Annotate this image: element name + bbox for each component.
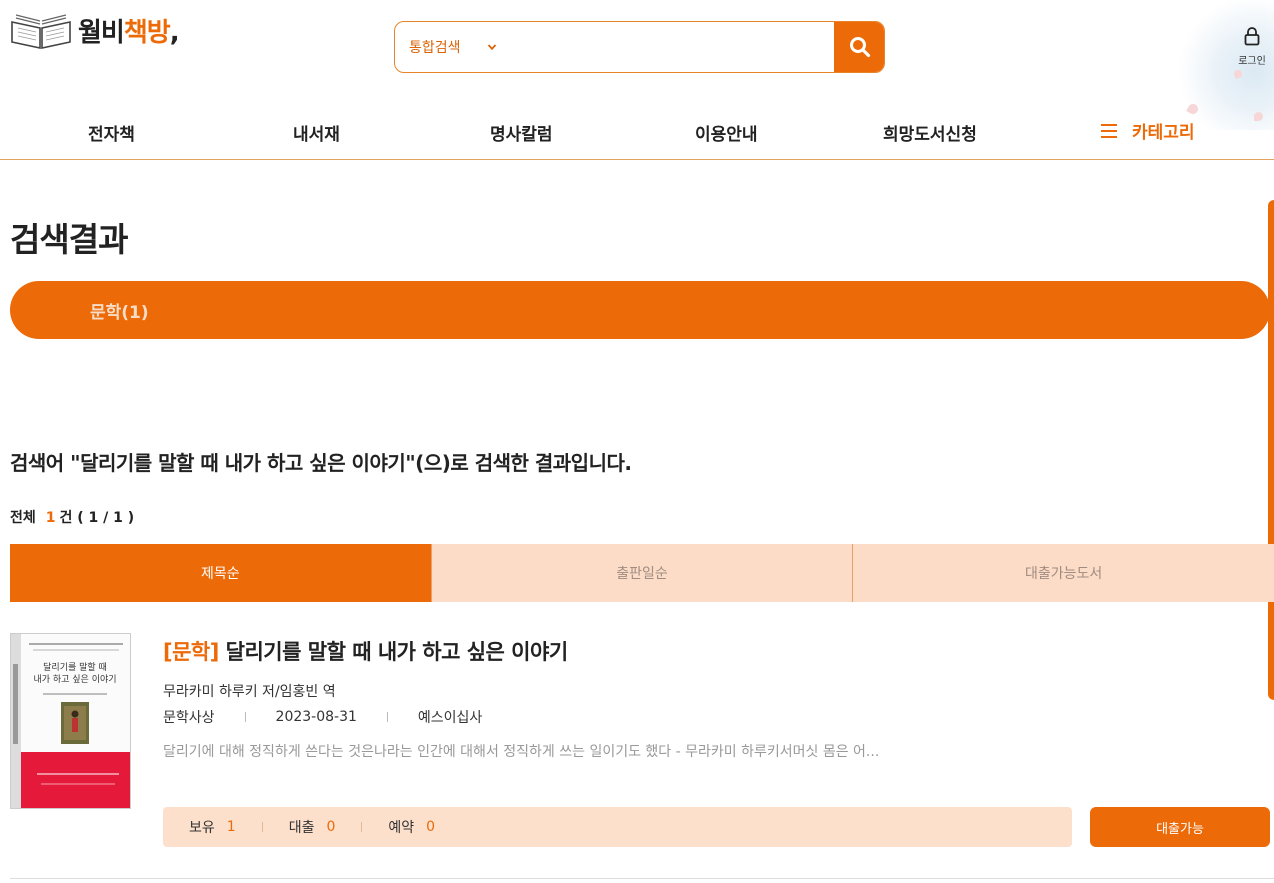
book-logo-icon xyxy=(11,14,71,49)
divider xyxy=(386,712,388,722)
search-input[interactable] xyxy=(525,22,834,72)
sort-tabs: 제목순 출판일순 대출가능도서 xyxy=(10,544,1274,602)
loaned-value: 0 xyxy=(326,819,336,835)
book-title-text: 달리기를 말할 때 내가 하고 싶은 이야기 xyxy=(225,640,569,664)
category-tab-bar: 문학(1) xyxy=(10,281,1270,339)
sort-tab-available[interactable]: 대출가능도서 xyxy=(852,544,1274,602)
cover-title-line1: 달리기를 말할 때 xyxy=(43,661,107,673)
divider xyxy=(261,822,263,832)
menu-icon xyxy=(1101,123,1117,138)
loaned-label: 대출 xyxy=(288,820,315,836)
result-count-value: 1 xyxy=(45,510,56,526)
search-scope-select[interactable]: 통합검색 xyxy=(395,37,525,57)
divider xyxy=(10,878,1274,879)
sort-tab-pubdate[interactable]: 출판일순 xyxy=(430,544,853,602)
nav-item-guide[interactable]: 이용안내 xyxy=(695,120,758,145)
book-holdings: 보유 1 대출 0 예약 0 xyxy=(163,807,1072,847)
divider xyxy=(361,822,363,832)
book-genre: 문학사상 xyxy=(163,710,215,726)
nav-item-my-library[interactable]: 내서재 xyxy=(293,120,340,145)
category-menu-button[interactable]: 카테고리 xyxy=(1100,118,1195,143)
header: 월비책방, 통합검색 로그인 xyxy=(0,0,1274,130)
book-publisher: 예스이십사 xyxy=(417,710,483,726)
search-button[interactable] xyxy=(834,22,884,72)
page-title: 검색결과 xyxy=(10,220,128,259)
book-description: 달리기에 대해 정직하게 쓴다는 것은나라는 인간에 대해서 정직하게 쓰는 일… xyxy=(163,744,880,760)
book-pub-date: 2023-08-31 xyxy=(275,709,357,725)
reserved-label: 예약 xyxy=(388,820,415,836)
book-meta: 문학사상 2023-08-31 예스이십사 xyxy=(163,707,482,727)
divider xyxy=(244,712,246,722)
main-nav: 전자책 내서재 명사칼럼 이용안내 희망도서신청 카테고리 xyxy=(0,100,1274,160)
holdings-label: 보유 xyxy=(189,820,215,836)
book-cover[interactable]: 달리기를 말할 때 내가 하고 싶은 이야기 xyxy=(10,633,131,809)
login-label: 로그인 xyxy=(1238,56,1266,67)
side-panel-tab[interactable] xyxy=(1268,200,1274,700)
chevron-down-icon xyxy=(487,44,496,51)
search-scope-label: 통합검색 xyxy=(409,40,461,56)
reserved-value: 0 xyxy=(426,819,436,835)
sort-tab-title[interactable]: 제목순 xyxy=(10,544,431,602)
search-icon xyxy=(849,37,870,58)
holdings-value: 1 xyxy=(226,819,236,835)
search-result-message: 검색어 "달리기를 말할 때 내가 하고 싶은 이야기"(으)로 검색한 결과입… xyxy=(10,451,632,475)
nav-item-ebook[interactable]: 전자책 xyxy=(88,120,135,145)
book-category: [문학] xyxy=(163,640,219,664)
site-logo[interactable]: 월비책방, xyxy=(10,10,180,50)
category-tab-literature[interactable]: 문학(1) xyxy=(90,298,149,323)
category-menu-label: 카테고리 xyxy=(1132,123,1195,143)
nav-item-columns[interactable]: 명사칼럼 xyxy=(490,120,553,145)
lock-icon xyxy=(1244,27,1260,46)
logo-text: 월비책방, xyxy=(78,17,180,48)
login-button[interactable]: 로그인 xyxy=(1234,26,1270,67)
result-count: 전체 1 건 ( 1 / 1 ) xyxy=(10,507,134,527)
cover-title-line2: 내가 하고 싶은 이야기 xyxy=(33,674,116,685)
result-count-label: 전체 xyxy=(10,510,36,526)
book-cover-art: 달리기를 말할 때 내가 하고 싶은 이야기 xyxy=(11,634,130,808)
search-bar: 통합검색 xyxy=(394,21,885,73)
loan-available-button[interactable]: 대출가능 xyxy=(1090,807,1270,847)
book-author: 무라카미 하루키 저/임홍빈 역 xyxy=(163,684,336,700)
result-count-suffix: 건 ( 1 / 1 ) xyxy=(59,510,135,526)
book-title[interactable]: [문학] 달리기를 말할 때 내가 하고 싶은 이야기 xyxy=(163,636,568,666)
nav-item-book-request[interactable]: 희망도서신청 xyxy=(883,120,977,145)
